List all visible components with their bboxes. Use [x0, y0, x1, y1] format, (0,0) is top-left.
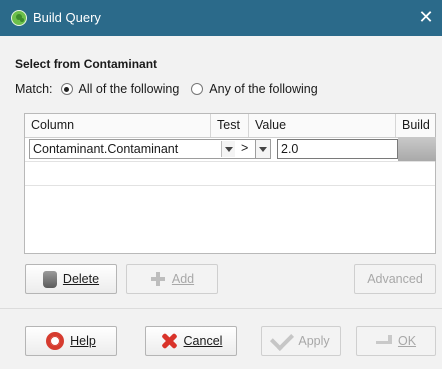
match-row: Match: All of the following Any of the f…	[15, 82, 318, 96]
build-header: Build	[402, 118, 430, 132]
ok-button-label: OK	[397, 334, 417, 348]
window-title: Build Query	[33, 10, 101, 25]
app-icon	[11, 10, 27, 26]
query-grid: Column Test Value Build Contaminant.Cont…	[24, 113, 436, 254]
advanced-button[interactable]: Advanced	[354, 264, 436, 294]
delete-button[interactable]: Delete	[25, 264, 117, 294]
trash-icon	[42, 270, 57, 288]
apply-button[interactable]: Apply	[261, 326, 341, 356]
help-button[interactable]: Help	[25, 326, 117, 356]
cancel-button[interactable]: Cancel	[145, 326, 237, 356]
radio-all[interactable]	[60, 83, 73, 95]
value-header: Value	[249, 114, 396, 137]
column-header: Column	[25, 114, 211, 137]
enter-icon	[375, 335, 392, 347]
section-title: Select from Contaminant	[15, 57, 158, 71]
test-header: Test	[211, 114, 249, 137]
add-button-label: Add	[171, 272, 195, 286]
build-cell[interactable]	[398, 137, 436, 161]
radio-any-label[interactable]: Any of the following	[209, 82, 317, 96]
title-bar: Build Query ✕	[0, 0, 442, 36]
test-operator: >	[241, 141, 249, 155]
build-query-dialog: Build Query ✕ Select from Contaminant Ma…	[0, 0, 442, 369]
table-row-empty	[25, 161, 435, 186]
plus-icon	[150, 271, 166, 287]
add-button[interactable]: Add	[126, 264, 218, 294]
radio-all-label[interactable]: All of the following	[79, 82, 180, 96]
table-row: Contaminant.Contaminant > 2.0	[25, 137, 436, 162]
advanced-button-label: Advanced	[367, 272, 423, 286]
grid-header: Column Test Value Build	[25, 114, 435, 138]
cancel-x-icon	[160, 332, 178, 350]
test-dropdown-icon[interactable]	[255, 139, 271, 159]
value-input[interactable]: 2.0	[277, 139, 398, 159]
match-label: Match:	[15, 82, 53, 96]
help-button-label: Help	[70, 334, 96, 348]
checkmark-icon	[270, 326, 295, 352]
column-select-value: Contaminant.Contaminant	[33, 142, 179, 156]
delete-button-label: Delete	[62, 272, 100, 286]
ok-button[interactable]: OK	[356, 326, 436, 356]
column-select[interactable]: Contaminant.Contaminant	[29, 139, 261, 159]
radio-any[interactable]	[191, 83, 204, 95]
apply-button-label: Apply	[298, 334, 330, 348]
lifebuoy-icon	[46, 332, 65, 350]
value-input-text: 2.0	[281, 142, 299, 156]
cancel-button-label: Cancel	[183, 334, 223, 348]
close-icon[interactable]: ✕	[416, 7, 436, 27]
divider	[0, 308, 442, 309]
column-dropdown-icon[interactable]	[221, 141, 235, 157]
